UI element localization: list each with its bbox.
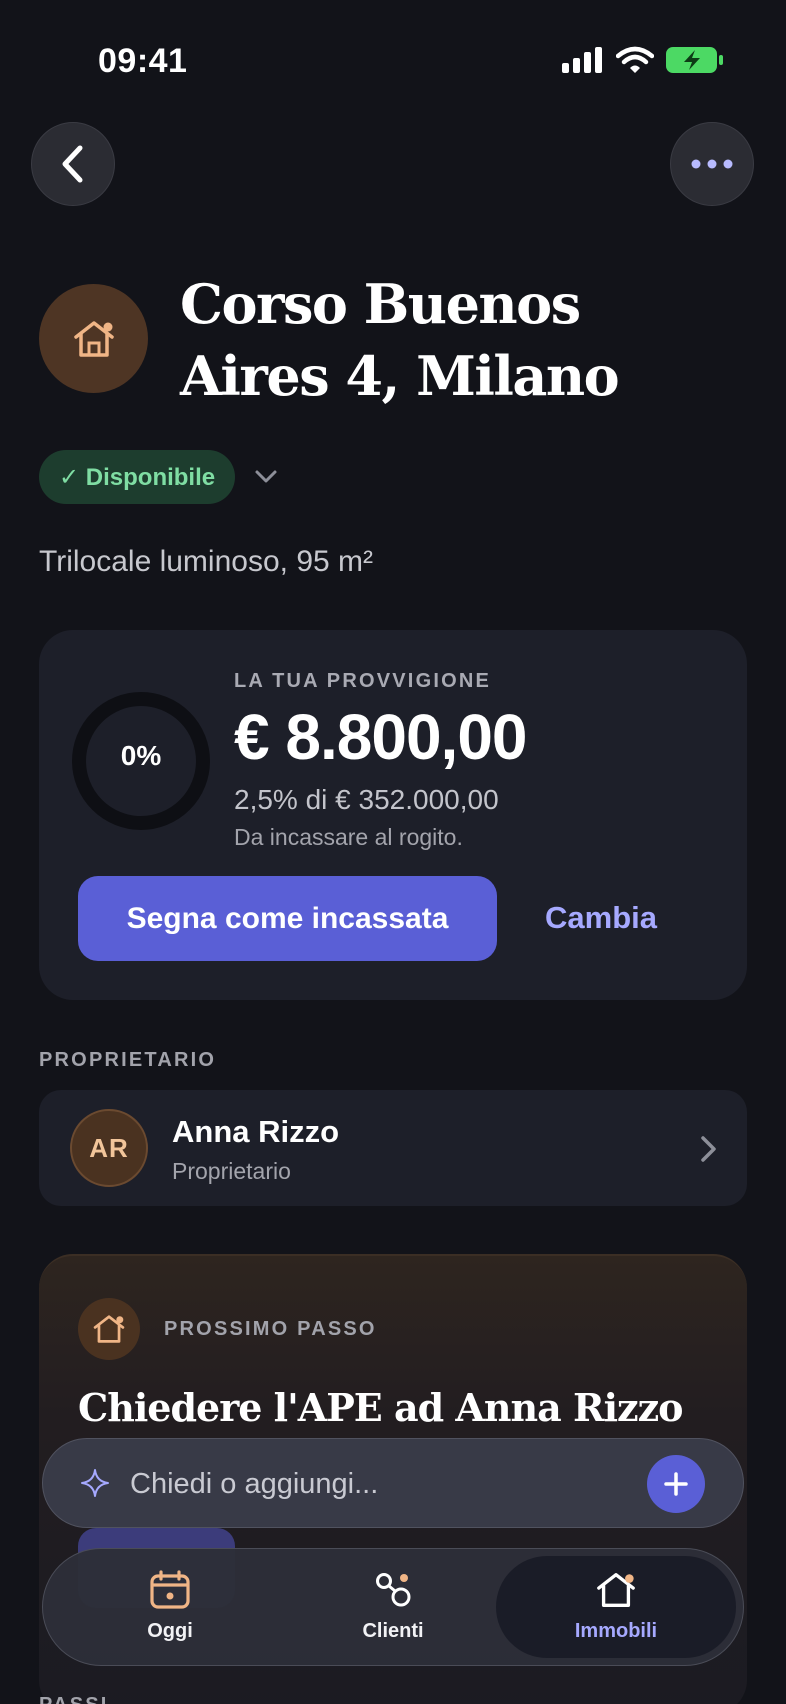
next-step-label: PROSSIMO PASSO (164, 1318, 377, 1340)
tab-immobili[interactable]: Immobili (556, 1570, 676, 1643)
owner-section-label: PROPRIETARIO (39, 1049, 217, 1071)
tab-clienti-label: Clienti (362, 1620, 424, 1642)
ask-input[interactable] (130, 1462, 630, 1506)
clients-icon (376, 1573, 411, 1607)
calendar-icon (150, 1570, 190, 1609)
commission-percentage: 2,5% di € 352.000,00 (234, 784, 499, 815)
tab-immobili-label: Immobili (574, 1620, 658, 1642)
tab-clienti[interactable]: Clienti (343, 1570, 443, 1643)
steps-section-label: PASSI (39, 1694, 109, 1704)
house-icon (73, 320, 114, 357)
house-icon (93, 1315, 125, 1343)
tab-oggi-label: Oggi (147, 1620, 193, 1642)
more-options-button[interactable] (670, 122, 754, 206)
commission-due-note: Da incassare al rogito. (234, 824, 463, 850)
wifi-icon (616, 46, 654, 73)
property-avatar (39, 284, 148, 393)
status-icons (562, 46, 724, 74)
add-button[interactable] (647, 1455, 705, 1513)
back-button[interactable] (31, 122, 115, 206)
tab-oggi[interactable]: Oggi (120, 1570, 220, 1643)
next-step-title: Chiedere l'APE ad Anna Rizzo (78, 1385, 684, 1430)
next-step-avatar (78, 1298, 140, 1360)
progress-label: 0% (120, 740, 162, 771)
status-badge[interactable]: ✓ Disponibile (39, 450, 236, 504)
property-description: Trilocale luminoso, 95 m² (39, 545, 373, 578)
house-icon (597, 1573, 635, 1607)
owner-role: Proprietario (172, 1158, 291, 1184)
chevron-right-icon (701, 1136, 716, 1162)
change-button[interactable]: Cambia (545, 900, 657, 936)
signal-icon (562, 47, 602, 73)
owner-name: Anna Rizzo (172, 1114, 340, 1149)
page-title: Corso Buenos Aires 4, Milano (180, 272, 620, 408)
mark-collected-button[interactable]: Segna come incassata (78, 876, 497, 961)
more-dots-icon (691, 159, 733, 169)
sparkle-icon (81, 1469, 109, 1497)
commission-label: LA TUA PROVVIGIONE (234, 670, 492, 692)
chevron-left-icon (62, 145, 83, 183)
plus-icon (664, 1472, 688, 1496)
chevron-down-icon[interactable] (252, 463, 280, 491)
owner-avatar: AR (70, 1109, 148, 1187)
status-time: 09:41 (98, 42, 188, 80)
battery-charging-icon (666, 47, 723, 73)
commission-amount: € 8.800,00 (234, 701, 527, 773)
